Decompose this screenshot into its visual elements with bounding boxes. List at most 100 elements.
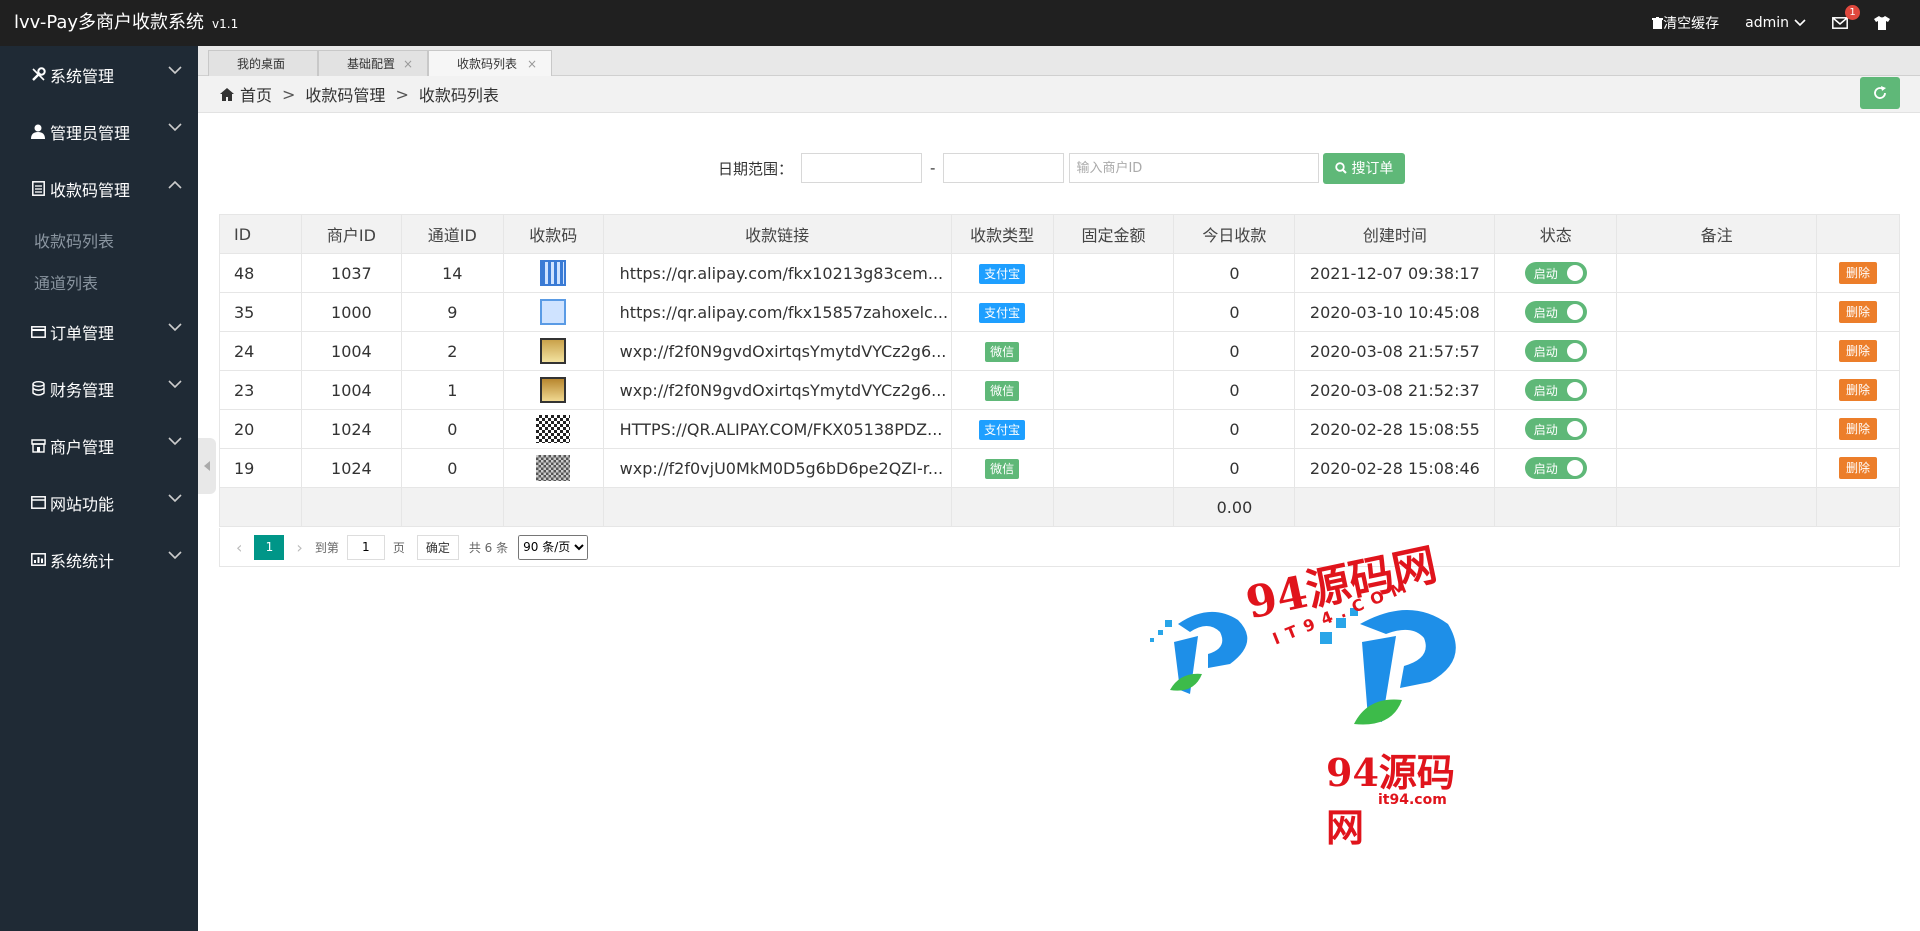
goto-confirm-button[interactable]: 确定 bbox=[416, 534, 459, 560]
user-icon bbox=[30, 124, 46, 140]
status-toggle[interactable]: 启动 bbox=[1524, 457, 1587, 479]
cell-link: wxp://f2f0N9gvdOxirtqsYmytdVYCz2g6... bbox=[602, 370, 952, 410]
column-header[interactable]: 收款链接 bbox=[602, 214, 952, 254]
window-icon bbox=[30, 495, 46, 511]
column-header[interactable]: 商户ID bbox=[300, 214, 402, 254]
status-toggle-label: 启动 bbox=[1533, 422, 1558, 437]
app-title: lvv-Pay多商户收款系统 bbox=[14, 12, 205, 33]
page-size-select[interactable]: 90 条/页 bbox=[518, 534, 589, 560]
app-version: v1.1 bbox=[212, 17, 239, 31]
cell-created: 2021-12-07 09:38:17 bbox=[1294, 253, 1496, 293]
delete-button[interactable]: 删除 bbox=[1838, 457, 1877, 479]
total-cell bbox=[502, 487, 604, 527]
search-bar: 日期范围： - 搜订单 bbox=[718, 152, 1406, 184]
breadcrumb-level2: 收款码列表 bbox=[418, 86, 499, 105]
messages-button[interactable]: 1 bbox=[1832, 5, 1860, 29]
refresh-button[interactable] bbox=[1860, 77, 1900, 109]
date-start-input[interactable] bbox=[801, 153, 923, 183]
sidebar-subitem-qrcode-list[interactable]: 收款码列表 bbox=[0, 219, 198, 261]
tab-close-icon[interactable]: × bbox=[403, 57, 413, 71]
table-row: 48 1037 14 https://qr.alipay.com/fkx1021… bbox=[219, 253, 1901, 293]
cell-action: 删除 bbox=[1815, 253, 1901, 293]
theme-button[interactable] bbox=[1874, 16, 1890, 30]
cell-today: 0 bbox=[1173, 292, 1296, 332]
tab-basic-config[interactable]: 基础配置 × bbox=[318, 50, 428, 76]
tab-qrcode-list[interactable]: 收款码列表 × bbox=[428, 50, 552, 76]
toggle-knob bbox=[1566, 421, 1583, 437]
date-range-dash: - bbox=[930, 159, 936, 177]
status-toggle-label: 启动 bbox=[1533, 266, 1558, 281]
cell-type: 微信 bbox=[950, 370, 1054, 410]
cell-qrcode bbox=[502, 292, 604, 332]
status-toggle-label: 启动 bbox=[1533, 305, 1558, 320]
breadcrumb-home[interactable]: 首页 bbox=[240, 82, 272, 106]
cell-today: 0 bbox=[1173, 253, 1296, 293]
sidebar-item-website[interactable]: 网站功能 bbox=[0, 474, 198, 531]
date-end-input[interactable] bbox=[943, 153, 1065, 183]
status-toggle[interactable]: 启动 bbox=[1524, 301, 1587, 323]
prev-page-button[interactable]: ‹ bbox=[236, 538, 242, 557]
status-toggle[interactable]: 启动 bbox=[1524, 262, 1587, 284]
cell-fixed-amount bbox=[1052, 253, 1175, 293]
cell-fixed-amount bbox=[1052, 370, 1175, 410]
delete-button[interactable]: 删除 bbox=[1838, 340, 1877, 362]
status-toggle[interactable]: 启动 bbox=[1524, 379, 1587, 401]
cell-remark bbox=[1616, 409, 1817, 449]
clear-cache-button[interactable]: 清空缓存 bbox=[1652, 13, 1719, 33]
column-header[interactable]: 备注 bbox=[1616, 214, 1817, 254]
sidebar-collapse-toggle[interactable] bbox=[198, 438, 216, 494]
tab-close-icon[interactable]: × bbox=[527, 57, 537, 71]
column-header[interactable]: 创建时间 bbox=[1294, 214, 1496, 254]
column-header[interactable]: 今日收款 bbox=[1173, 214, 1296, 254]
breadcrumb-level1[interactable]: 收款码管理 bbox=[305, 82, 385, 106]
search-orders-button[interactable]: 搜订单 bbox=[1323, 152, 1406, 184]
qrcode-thumbnail[interactable] bbox=[540, 299, 567, 325]
column-header[interactable]: 收款类型 bbox=[950, 214, 1054, 254]
trash-icon bbox=[1652, 17, 1664, 29]
column-header[interactable]: ID bbox=[219, 214, 302, 254]
cell-action: 删除 bbox=[1815, 448, 1901, 488]
cell-type: 微信 bbox=[950, 448, 1054, 488]
tab-desktop[interactable]: 我的桌面 bbox=[208, 50, 318, 76]
column-header[interactable]: 收款码 bbox=[502, 214, 604, 254]
qrcode-thumbnail[interactable] bbox=[536, 455, 571, 481]
cell-created: 2020-03-08 21:57:57 bbox=[1294, 331, 1496, 371]
next-page-button[interactable]: › bbox=[296, 538, 302, 557]
cell-merchant-id: 1004 bbox=[300, 370, 402, 410]
page-number-current[interactable]: 1 bbox=[254, 534, 285, 560]
user-menu[interactable]: admin bbox=[1745, 15, 1806, 31]
watermark-domain-bottom: it94.com bbox=[1378, 792, 1447, 808]
sidebar-item-label: 收款码管理 bbox=[50, 180, 131, 200]
qrcode-thumbnail[interactable] bbox=[536, 415, 571, 443]
sidebar-item-label: 商户管理 bbox=[50, 437, 115, 457]
sidebar-item-finance[interactable]: 财务管理 bbox=[0, 360, 198, 417]
cell-created: 2020-03-10 10:45:08 bbox=[1294, 292, 1496, 332]
status-toggle[interactable]: 启动 bbox=[1524, 340, 1587, 362]
qrcode-thumbnail[interactable] bbox=[540, 377, 567, 403]
merchant-id-input[interactable] bbox=[1069, 153, 1320, 183]
delete-button[interactable]: 删除 bbox=[1838, 418, 1877, 440]
sidebar-item-merchants[interactable]: 商户管理 bbox=[0, 417, 198, 474]
goto-label: 到第 bbox=[314, 540, 339, 555]
sidebar-item-stats[interactable]: 系统统计 bbox=[0, 531, 198, 588]
column-header[interactable]: 通道ID bbox=[400, 214, 504, 254]
sidebar-item-system[interactable]: 系统管理 bbox=[0, 46, 198, 103]
search-icon bbox=[1335, 162, 1348, 174]
delete-button[interactable]: 删除 bbox=[1838, 301, 1877, 323]
goto-page-input[interactable] bbox=[346, 534, 385, 560]
sidebar-subitem-channel-list[interactable]: 通道列表 bbox=[0, 261, 198, 303]
sidebar-item-qrcodes[interactable]: 收款码管理 bbox=[0, 160, 198, 217]
column-header[interactable]: 状态 bbox=[1494, 214, 1618, 254]
cell-qrcode bbox=[502, 331, 604, 371]
delete-button[interactable]: 删除 bbox=[1838, 379, 1877, 401]
qrcode-thumbnail[interactable] bbox=[540, 338, 567, 364]
table-row: 20 1024 0 HTTPS://QR.ALIPAY.COM/FKX05138… bbox=[219, 409, 1901, 449]
qrcode-thumbnail[interactable] bbox=[540, 260, 567, 286]
sidebar-item-admins[interactable]: 管理员管理 bbox=[0, 103, 198, 160]
sidebar-item-orders[interactable]: 订单管理 bbox=[0, 303, 198, 360]
cell-status: 启动 bbox=[1494, 370, 1618, 410]
status-toggle[interactable]: 启动 bbox=[1524, 418, 1587, 440]
status-toggle-label: 启动 bbox=[1533, 383, 1558, 398]
column-header[interactable]: 固定金额 bbox=[1052, 214, 1175, 254]
delete-button[interactable]: 删除 bbox=[1838, 262, 1877, 284]
